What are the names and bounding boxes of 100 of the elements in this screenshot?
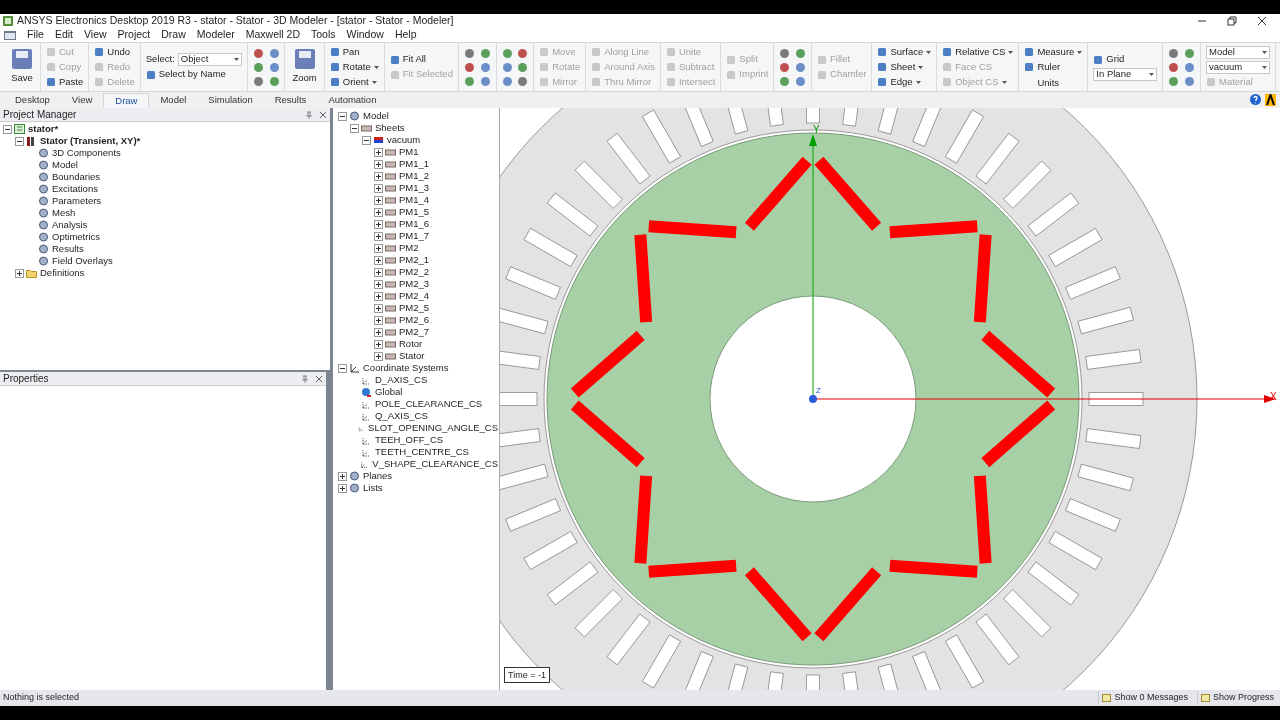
restore-icon[interactable]: [1227, 16, 1237, 26]
toolbar-button[interactable]: Ruler: [1024, 60, 1083, 74]
tool-icon[interactable]: [463, 47, 475, 59]
expand-icon[interactable]: [374, 159, 383, 169]
dropdown-field[interactable]: Object: [177, 53, 242, 66]
collapse-icon[interactable]: [362, 135, 371, 145]
window-menu-icon[interactable]: [4, 30, 16, 40]
ribbon-tab[interactable]: Simulation: [197, 93, 264, 108]
tool-icon[interactable]: [479, 47, 491, 59]
menu-item[interactable]: Help: [394, 27, 417, 43]
toolbar-button[interactable]: Pan: [329, 45, 379, 59]
tool-icon[interactable]: [1168, 61, 1180, 73]
toolbar-button[interactable]: Measure: [1024, 45, 1083, 59]
menu-item[interactable]: Modeler: [196, 27, 235, 43]
dropdown-field[interactable]: Model: [1206, 45, 1270, 59]
tool-icon[interactable]: [1168, 47, 1180, 59]
toolbar-button[interactable]: Edge: [877, 75, 932, 89]
collapse-icon[interactable]: [338, 363, 347, 373]
toolbar-button[interactable]: Grid: [1093, 53, 1158, 66]
collapse-icon[interactable]: [15, 136, 24, 146]
toolbar-button[interactable]: Rotate: [329, 60, 379, 74]
tool-icon[interactable]: [795, 47, 807, 59]
ribbon-tab[interactable]: Automation: [317, 93, 388, 108]
dropdown-field[interactable]: vacuum: [1206, 60, 1270, 74]
expand-icon[interactable]: [374, 219, 383, 229]
tool-icon[interactable]: [463, 75, 475, 87]
toolbar-button[interactable]: Sheet: [877, 60, 932, 74]
large-tool-button[interactable]: Zoom: [290, 48, 319, 86]
expand-icon[interactable]: [374, 267, 383, 277]
expand-icon[interactable]: [374, 147, 383, 157]
tool-icon[interactable]: [795, 75, 807, 87]
ribbon-tab[interactable]: Draw: [103, 93, 150, 108]
expand-icon[interactable]: [374, 339, 383, 349]
expand-icon[interactable]: [374, 303, 383, 313]
expand-icon[interactable]: [374, 351, 383, 361]
tool-icon[interactable]: [268, 47, 280, 59]
tool-icon[interactable]: [501, 61, 513, 73]
tool-icon[interactable]: [501, 75, 513, 87]
pin-icon[interactable]: [301, 374, 309, 383]
expand-icon[interactable]: [374, 183, 383, 193]
tool-icon[interactable]: [1168, 75, 1180, 87]
tool-icon[interactable]: [517, 47, 529, 59]
tool-icon[interactable]: [479, 61, 491, 73]
ribbon-tab[interactable]: Desktop: [4, 93, 61, 108]
menu-item[interactable]: Draw: [161, 27, 186, 43]
expand-icon[interactable]: [374, 195, 383, 205]
expand-icon[interactable]: [374, 255, 383, 265]
menu-item[interactable]: Maxwell 2D: [245, 27, 300, 43]
collapse-icon[interactable]: [338, 111, 347, 121]
tool-icon[interactable]: [501, 47, 513, 59]
tool-icon[interactable]: [268, 61, 280, 73]
status-button[interactable]: Show 0 Messages: [1098, 691, 1191, 705]
toolbar-button[interactable]: Surface: [877, 45, 932, 59]
expand-icon[interactable]: [338, 483, 347, 493]
expand-icon[interactable]: [374, 207, 383, 217]
tool-icon[interactable]: [1184, 75, 1196, 87]
menu-item[interactable]: View: [84, 27, 107, 43]
tool-icon[interactable]: [779, 47, 791, 59]
close-icon[interactable]: [1257, 16, 1267, 26]
tool-icon[interactable]: [252, 61, 264, 73]
tool-icon[interactable]: [268, 75, 280, 87]
ribbon-tab[interactable]: Model: [149, 93, 198, 108]
tool-icon[interactable]: [1184, 47, 1196, 59]
expand-icon[interactable]: [374, 279, 383, 289]
menu-item[interactable]: Project: [117, 27, 151, 43]
tool-icon[interactable]: [517, 61, 529, 73]
collapse-icon[interactable]: [3, 124, 12, 134]
expand-icon[interactable]: [374, 171, 383, 181]
tool-icon[interactable]: [779, 61, 791, 73]
expand-icon[interactable]: [15, 268, 24, 278]
toolbar-button[interactable]: Orient: [329, 75, 379, 89]
menu-item[interactable]: File: [27, 27, 44, 43]
pin-icon[interactable]: [305, 110, 313, 119]
large-tool-button[interactable]: Save: [9, 48, 35, 86]
status-button[interactable]: Show Progress: [1196, 691, 1277, 705]
tool-icon[interactable]: [479, 75, 491, 87]
tool-icon[interactable]: [252, 47, 264, 59]
tool-icon[interactable]: [463, 61, 475, 73]
tool-icon[interactable]: [795, 61, 807, 73]
help-icon[interactable]: [1250, 94, 1261, 105]
menu-item[interactable]: Tools: [311, 27, 336, 43]
dropdown-field[interactable]: In Plane: [1093, 68, 1158, 81]
toolbar-button[interactable]: Relative CS: [942, 45, 1014, 59]
toolbar-button[interactable]: Select by Name: [145, 68, 242, 81]
expand-icon[interactable]: [374, 231, 383, 241]
expand-icon[interactable]: [374, 291, 383, 301]
menu-item[interactable]: Edit: [54, 27, 73, 43]
toolbar-button[interactable]: Fit All: [389, 53, 453, 66]
toolbar-button[interactable]: Undo: [94, 45, 135, 59]
toolbar-button[interactable]: Paste: [46, 75, 84, 89]
expand-icon[interactable]: [374, 315, 383, 325]
expand-icon[interactable]: [338, 471, 347, 481]
menu-item[interactable]: Window: [346, 27, 384, 43]
collapse-icon[interactable]: [350, 123, 359, 133]
tool-icon[interactable]: [1184, 61, 1196, 73]
tool-icon[interactable]: [252, 75, 264, 87]
expand-icon[interactable]: [374, 243, 383, 253]
tool-icon[interactable]: [517, 75, 529, 87]
expand-icon[interactable]: [374, 327, 383, 337]
tool-icon[interactable]: [779, 75, 791, 87]
